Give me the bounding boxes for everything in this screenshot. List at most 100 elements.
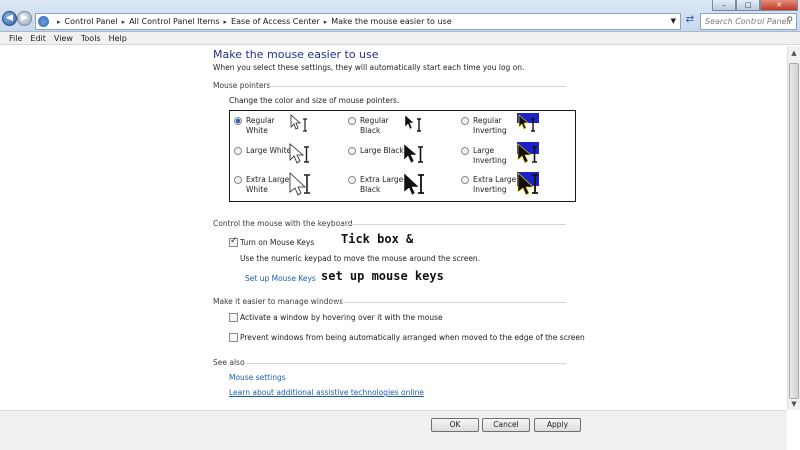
radio-regular-black[interactable] xyxy=(348,117,356,125)
scroll-down-icon[interactable]: ▼ xyxy=(788,398,800,410)
label-line1: Extra Large xyxy=(360,175,404,184)
apply-button[interactable]: Apply xyxy=(534,418,581,432)
radio-large-black[interactable] xyxy=(348,147,356,155)
chevron-right-icon[interactable]: ▸ xyxy=(224,18,228,26)
radio-regular-white[interactable] xyxy=(234,117,242,125)
radio-xl-white[interactable] xyxy=(234,176,242,184)
large-inverting-pointer-icon xyxy=(517,142,539,166)
label-line2: Inverting xyxy=(473,156,507,165)
page-title: Make the mouse easier to use xyxy=(213,48,379,61)
scroll-up-icon[interactable]: ▲ xyxy=(788,46,800,60)
pointer-option-regular-inverting[interactable]: Regular Inverting xyxy=(461,116,523,136)
vertical-scrollbar[interactable]: ▲ ▼ xyxy=(787,46,800,410)
scroll-thumb[interactable] xyxy=(789,63,799,399)
regular-inverting-pointer-icon xyxy=(517,113,539,137)
pointer-label: Extra Large Inverting xyxy=(473,175,523,195)
back-button[interactable]: ◀ xyxy=(2,11,17,26)
annotation-setup: set up mouse keys xyxy=(321,269,444,283)
pointer-option-regular-black[interactable]: Regular Black xyxy=(348,116,410,136)
divider xyxy=(268,86,566,87)
label-line2: White xyxy=(246,185,268,194)
label-line2: Black xyxy=(360,185,381,194)
divider xyxy=(332,302,566,303)
pointer-label: Regular Inverting xyxy=(473,116,523,136)
forward-button[interactable]: ▶ xyxy=(17,11,32,26)
breadcrumb-ease-of-access[interactable]: Ease of Access Center xyxy=(231,17,320,26)
hover-activate-label[interactable]: Activate a window by hovering over it wi… xyxy=(240,313,443,322)
search-icon[interactable]: ⚲ xyxy=(786,16,793,26)
windows-heading: Make it easier to manage windows xyxy=(213,297,344,306)
refresh-icon[interactable]: ⇄ xyxy=(683,14,697,28)
pointer-option-large-black[interactable]: Large Black xyxy=(348,146,410,156)
keyboard-heading: Control the mouse with the keyboard xyxy=(213,219,353,228)
label-line1: Extra Large xyxy=(246,175,290,184)
radio-large-inverting[interactable] xyxy=(461,147,469,155)
mouse-keys-label[interactable]: Turn on Mouse Keys xyxy=(240,238,314,247)
page-subtitle: When you select these settings, they wil… xyxy=(213,63,525,72)
pointer-option-large-inverting[interactable]: Large Inverting xyxy=(461,146,523,166)
pointer-option-xl-inverting[interactable]: Extra Large Inverting xyxy=(461,175,523,195)
xl-black-pointer-icon xyxy=(403,172,424,196)
prevent-snap-checkbox[interactable] xyxy=(229,333,238,342)
mouse-pointers-description: Change the color and size of mouse point… xyxy=(229,96,400,105)
radio-xl-inverting[interactable] xyxy=(461,176,469,184)
label-line2: White xyxy=(246,126,268,135)
breadcrumb[interactable]: ▸ Control Panel ▸ All Control Panel Item… xyxy=(35,13,681,30)
chevron-down-icon[interactable]: ▼ xyxy=(671,17,676,25)
xl-inverting-pointer-icon xyxy=(517,172,539,196)
menu-edit[interactable]: Edit xyxy=(27,32,49,44)
radio-xl-black[interactable] xyxy=(348,176,356,184)
prevent-snap-label[interactable]: Prevent windows from being automatically… xyxy=(240,333,585,342)
cancel-button[interactable]: Cancel xyxy=(482,418,530,432)
label-line1: Large xyxy=(473,146,495,155)
breadcrumb-all-items[interactable]: All Control Panel Items xyxy=(129,17,219,26)
assistive-tech-link[interactable]: Learn about additional assistive technol… xyxy=(229,388,424,397)
menu-tools[interactable]: Tools xyxy=(78,32,104,44)
mouse-keys-checkbox[interactable] xyxy=(229,236,238,247)
pointer-option-xl-white[interactable]: Extra Large White xyxy=(234,175,296,195)
label-line2: Inverting xyxy=(473,185,507,194)
regular-white-pointer-icon xyxy=(290,114,307,132)
chevron-right-icon[interactable]: ▸ xyxy=(122,18,126,26)
breadcrumb-current[interactable]: Make the mouse easier to use xyxy=(331,17,451,26)
mouse-pointers-heading: Mouse pointers xyxy=(213,81,271,90)
setup-mouse-keys-link[interactable]: Set up Mouse Keys xyxy=(245,274,316,283)
search-input[interactable]: Search Control Panel ⚲ xyxy=(700,13,797,30)
radio-large-white[interactable] xyxy=(234,147,242,155)
label-line2: Inverting xyxy=(473,126,507,135)
label-line2: Black xyxy=(360,126,381,135)
large-black-pointer-icon xyxy=(403,143,423,164)
label-line1: Regular xyxy=(473,116,502,125)
pointer-option-large-white[interactable]: Large White xyxy=(234,146,296,156)
footer-bar xyxy=(0,410,787,450)
mouse-settings-link[interactable]: Mouse settings xyxy=(229,373,286,382)
annotation-tick-box: Tick box & xyxy=(341,232,414,246)
menu-bar: File Edit View Tools Help xyxy=(0,32,800,45)
chevron-right-icon[interactable]: ▸ xyxy=(57,18,61,26)
divider xyxy=(340,224,566,225)
pointer-option-xl-black[interactable]: Extra Large Black xyxy=(348,175,410,195)
label-line1: Large White xyxy=(246,146,292,155)
label-line1: Regular xyxy=(360,116,389,125)
radio-regular-inverting[interactable] xyxy=(461,117,469,125)
menu-file[interactable]: File xyxy=(6,32,25,44)
address-bar: – □ ✕ ◀ ▶ ▸ Control Panel ▸ All Control … xyxy=(0,0,800,32)
maximize-button[interactable]: □ xyxy=(736,0,761,11)
breadcrumb-control-panel[interactable]: Control Panel xyxy=(65,17,118,26)
minimize-button[interactable]: – xyxy=(712,0,737,11)
chevron-right-icon[interactable]: ▸ xyxy=(324,18,328,26)
label-line1: Large Black xyxy=(360,146,404,155)
search-placeholder: Search Control Panel xyxy=(705,17,789,26)
regular-black-pointer-icon xyxy=(404,114,421,132)
divider xyxy=(246,363,566,364)
pointer-label: Large Inverting xyxy=(473,146,523,166)
window-controls: – □ ✕ xyxy=(712,0,798,11)
menu-help[interactable]: Help xyxy=(106,32,130,44)
mouse-keys-description: Use the numeric keypad to move the mouse… xyxy=(240,254,481,263)
hover-activate-checkbox[interactable] xyxy=(229,313,238,322)
menu-view[interactable]: View xyxy=(51,32,76,44)
ok-button[interactable]: OK xyxy=(431,418,479,432)
pointer-option-regular-white[interactable]: Regular White xyxy=(234,116,296,136)
close-button[interactable]: ✕ xyxy=(760,0,798,11)
xl-white-pointer-icon xyxy=(289,172,310,196)
